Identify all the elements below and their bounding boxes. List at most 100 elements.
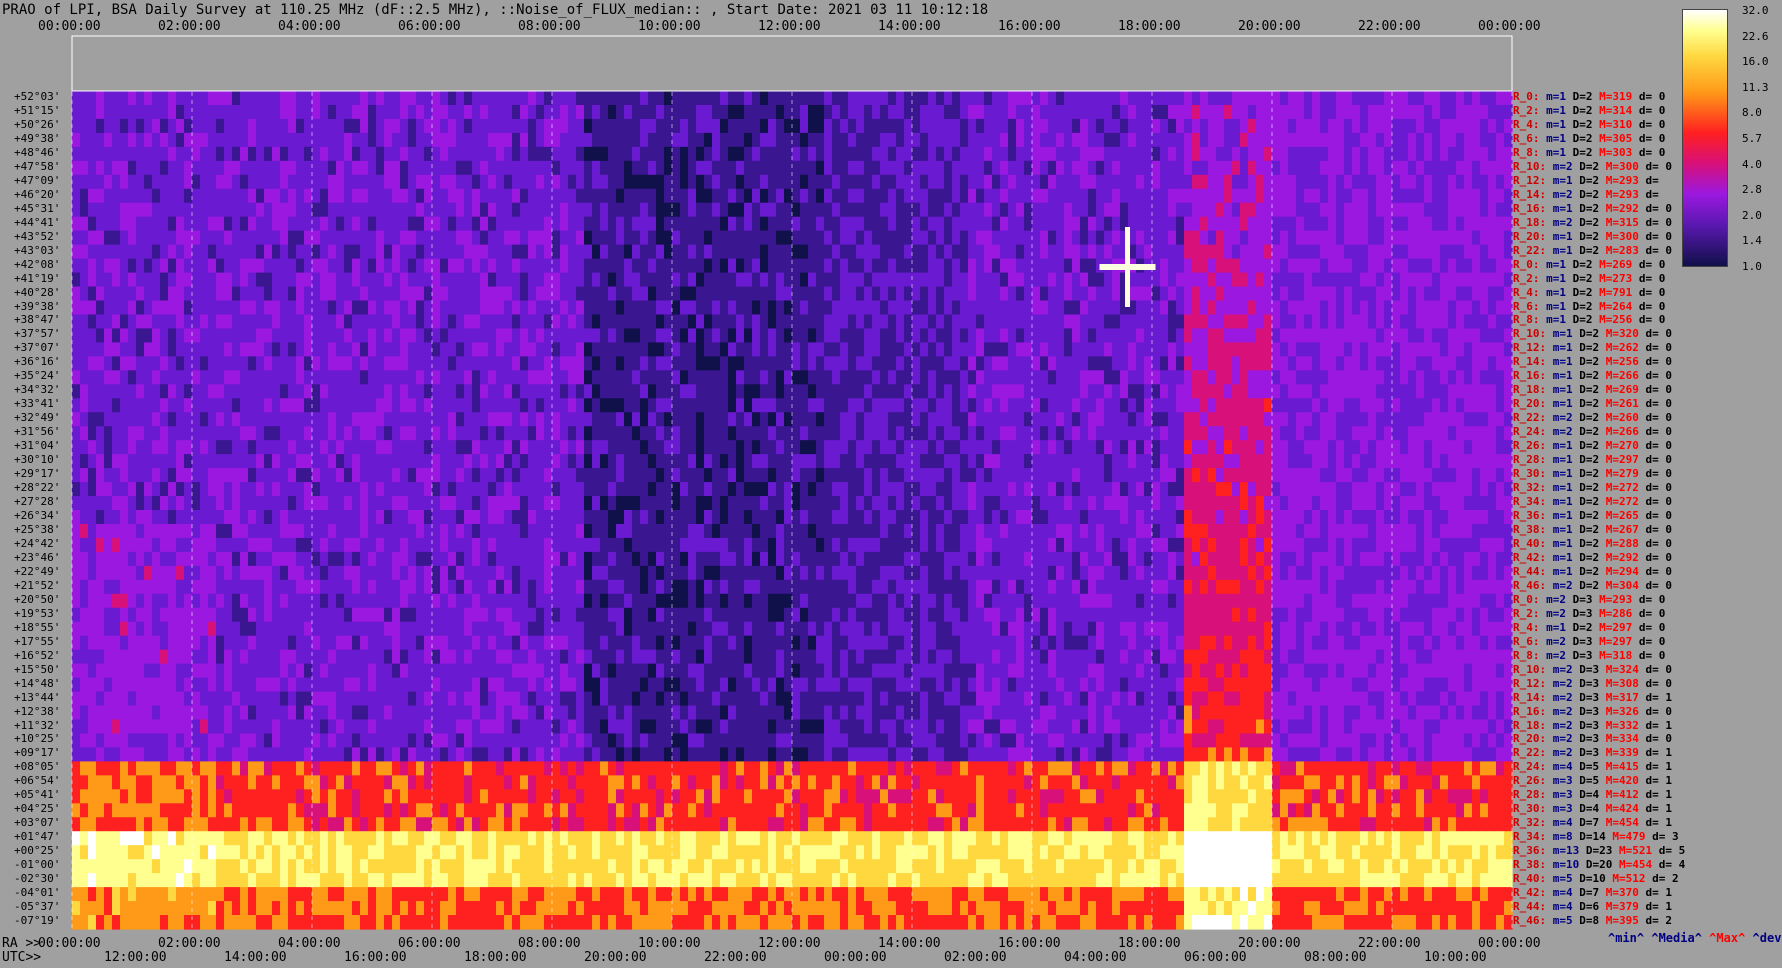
row-stat-r: R_8: xyxy=(1513,145,1540,159)
utc-axis-tick: 16:00:00 xyxy=(344,950,407,965)
declination-label: +33°41' xyxy=(14,397,61,411)
row-stat-m: m=2 xyxy=(1552,746,1573,760)
ra-axis-tick: 18:00:00 xyxy=(1118,936,1181,951)
declination-label: +26°34' xyxy=(14,509,61,522)
row-stat-mx: M=300 xyxy=(1605,229,1639,243)
row-stat-d: D=2 xyxy=(1579,439,1600,453)
row-stat-d: D=2 xyxy=(1572,103,1593,117)
row-stat-dv: d= 0 xyxy=(1638,648,1666,662)
row-stat: R_24: m=4 D=5 M=415 d= 1 xyxy=(1513,760,1672,773)
row-stat-r: R_2: xyxy=(1513,606,1540,620)
row-stat-mx: M=283 xyxy=(1605,243,1639,257)
row-stat: R_6: m=1 D=2 M=305 d= 0 xyxy=(1513,132,1665,145)
row-stat-r: R_32: xyxy=(1513,481,1547,495)
row-stat-mx: M=286 xyxy=(1599,606,1633,620)
declination-label: +10°25' xyxy=(14,732,61,746)
row-stat-m: m=2 xyxy=(1552,411,1573,425)
legend-devia: ^devia^ xyxy=(1752,931,1782,945)
row-stat-r: R_40: xyxy=(1513,536,1547,550)
row-stat-d: D=2 xyxy=(1572,90,1593,103)
row-stat: R_4: m=1 D=2 M=310 d= 0 xyxy=(1513,118,1665,131)
row-stat-mx: M=272 xyxy=(1605,495,1639,509)
row-stat: R_8: m=1 D=2 M=256 d= 0 xyxy=(1513,313,1665,326)
legend-max: ^Max^ xyxy=(1709,931,1746,945)
row-stat-m: m=4 xyxy=(1552,886,1573,900)
row-stat-d: D=2 xyxy=(1572,117,1593,131)
row-stat-m: m=2 xyxy=(1546,634,1566,648)
row-stat-r: R_38: xyxy=(1513,858,1547,872)
row-stat-r: R_6: xyxy=(1513,131,1540,145)
colorbar-tick: 16.0 xyxy=(1742,55,1769,69)
row-stat-r: R_26: xyxy=(1513,439,1547,453)
row-stat-r: R_18: xyxy=(1513,383,1547,397)
utc-axis-tick: 18:00:00 xyxy=(464,950,527,965)
row-stat-d: D=2 xyxy=(1572,271,1593,285)
row-stat-d: D=3 xyxy=(1579,718,1600,732)
row-stat-mx: M=454 xyxy=(1619,858,1653,872)
row-stat: R_26: m=3 D=5 M=420 d= 1 xyxy=(1513,774,1672,787)
row-stat-d: D=7 xyxy=(1579,816,1600,830)
row-stat-r: R_20: xyxy=(1513,732,1547,746)
row-stat-d: D=2 xyxy=(1572,131,1593,145)
ra-axis-tick: 22:00:00 xyxy=(1358,936,1421,951)
row-stat: R_10: m=2 D=3 M=324 d= 0 xyxy=(1513,663,1672,676)
row-stat-dv: d= 3 xyxy=(1652,830,1679,844)
row-stat-m: m=4 xyxy=(1552,816,1573,830)
row-stat-d: D=2 xyxy=(1579,453,1600,467)
row-stat-m: m=1 xyxy=(1552,453,1573,467)
row-stat: R_44: m=4 D=6 M=379 d= 1 xyxy=(1513,900,1672,913)
row-stat-r: R_36: xyxy=(1513,509,1547,522)
row-stat-mx: M=454 xyxy=(1605,816,1639,830)
utc-axis-tick: 08:00:00 xyxy=(1304,950,1367,965)
row-stat-r: R_14: xyxy=(1513,187,1547,201)
row-stat-d: D=2 xyxy=(1572,620,1593,634)
declination-label: +36°16' xyxy=(14,355,61,369)
row-stat-dv: d= 0 xyxy=(1645,159,1673,173)
row-stat-mx: M=334 xyxy=(1605,732,1639,746)
declination-label: +09°17' xyxy=(14,746,61,760)
row-stat-dv: d= 0 xyxy=(1645,704,1673,718)
row-stat-dv: d= 1 xyxy=(1645,900,1673,914)
row-stat-r: R_14: xyxy=(1513,355,1547,369)
declination-label: +22°49' xyxy=(14,564,61,578)
declination-label: +44°41' xyxy=(14,215,61,229)
row-stat-r: R_10: xyxy=(1513,662,1547,676)
row-stat-d: D=2 xyxy=(1579,578,1600,592)
row-stat-r: R_12: xyxy=(1513,173,1547,187)
row-stat-dv: d= 1 xyxy=(1645,718,1673,732)
row-stat-mx: M=297 xyxy=(1605,453,1639,467)
row-stat-mx: M=256 xyxy=(1599,313,1633,327)
row-stat-m: m=1 xyxy=(1546,257,1566,271)
declination-label: +06°54' xyxy=(14,774,61,788)
row-stat-mx: M=293 xyxy=(1599,592,1633,606)
declination-label: +29°17' xyxy=(14,467,61,481)
row-stat-d: D=4 xyxy=(1579,788,1600,802)
row-stat-d: D=5 xyxy=(1579,774,1600,788)
row-stat: R_26: m=1 D=2 M=270 d= 0 xyxy=(1513,439,1672,452)
declination-label: +23°46' xyxy=(14,550,61,564)
row-stat-r: R_46: xyxy=(1513,914,1547,928)
row-stat-m: m=1 xyxy=(1552,173,1573,187)
row-stat: R_20: m=2 D=3 M=334 d= 0 xyxy=(1513,732,1672,745)
row-stat: R_0: m=1 D=2 M=319 d= 0 xyxy=(1513,90,1665,103)
row-stat-m: m=2 xyxy=(1546,648,1566,662)
row-stat: R_2: m=1 D=2 M=314 d= 0 xyxy=(1513,104,1665,117)
row-stat: R_2: m=1 D=2 M=273 d= 0 xyxy=(1513,272,1665,285)
row-stat-dv: d= 1 xyxy=(1645,886,1673,900)
declination-label: +39°38' xyxy=(14,299,61,313)
colorbar-tick: 2.8 xyxy=(1742,183,1762,197)
row-stat-dv: d= 0 xyxy=(1645,341,1673,355)
row-stat-dv: d= 0 xyxy=(1645,243,1673,257)
row-stat-d: D=3 xyxy=(1579,746,1600,760)
row-stat: R_6: m=2 D=3 M=297 d= 0 xyxy=(1513,635,1665,648)
declination-label: +35°24' xyxy=(14,369,61,383)
row-stat: R_28: m=3 D=4 M=412 d= 1 xyxy=(1513,788,1672,801)
ra-axis-tick: 14:00:00 xyxy=(878,936,941,951)
row-stat-mx: M=272 xyxy=(1605,481,1639,495)
row-stat-r: R_8: xyxy=(1513,648,1540,662)
row-stat: R_42: m=4 D=7 M=370 d= 1 xyxy=(1513,886,1672,899)
row-stat-dv: d= 0 xyxy=(1645,369,1673,383)
legend-min: ^min^ xyxy=(1608,931,1645,945)
row-stat-mx: M=424 xyxy=(1605,802,1639,816)
row-stat-dv: d= 0 xyxy=(1638,606,1666,620)
